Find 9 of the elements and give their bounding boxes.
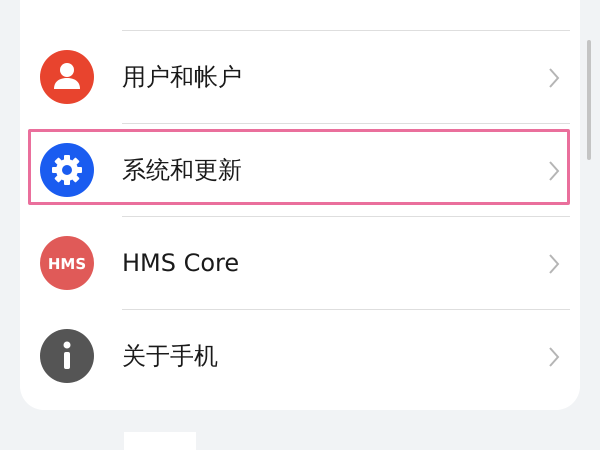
hms-logo-icon: HMS xyxy=(40,236,94,290)
chevron-icon xyxy=(548,253,560,275)
chevron-icon xyxy=(548,160,560,182)
settings-item[interactable]: 关于手机 xyxy=(20,310,570,402)
settings-item[interactable]: HMS HMS Core xyxy=(20,217,570,309)
chevron-icon xyxy=(548,67,560,89)
settings-item[interactable]: 系统和更新 xyxy=(20,124,570,216)
chevron-icon xyxy=(548,346,560,368)
settings-item[interactable]: 用户和帐户 xyxy=(20,31,570,123)
